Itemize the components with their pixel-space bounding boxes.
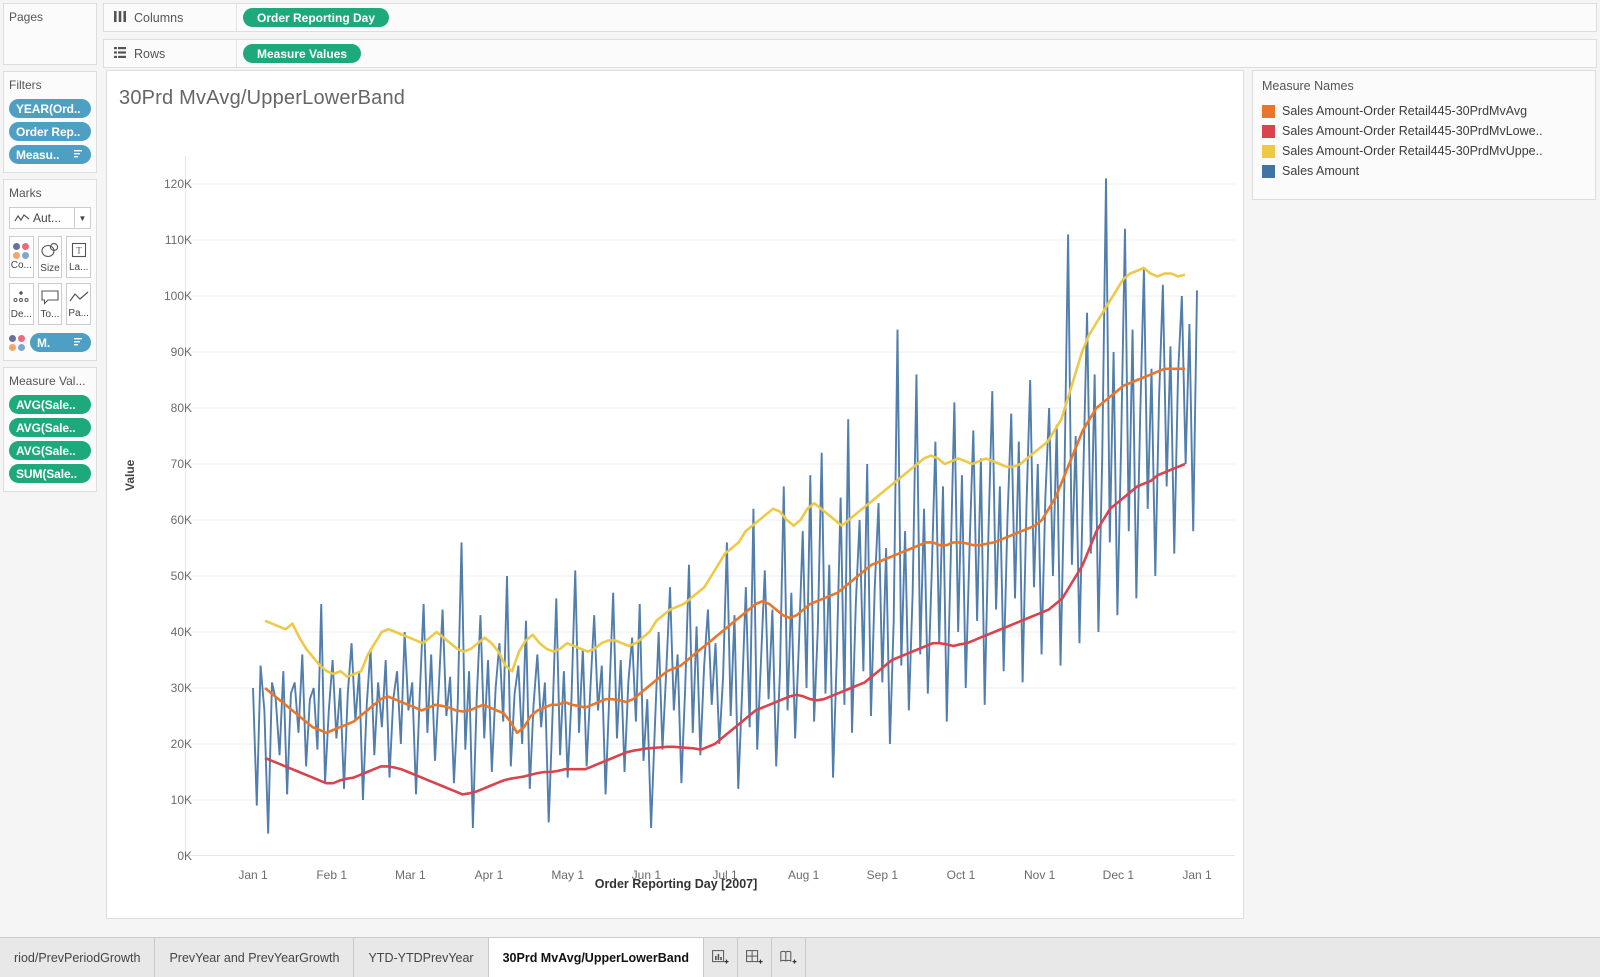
legend-swatch-mvupper <box>1262 144 1275 158</box>
x-axis-title: Order Reporting Day [2007] <box>594 877 758 891</box>
label-icon: T <box>71 242 87 261</box>
tooltip-icon <box>40 289 60 308</box>
marks-tooltip-button[interactable]: To... <box>37 283 63 325</box>
y-tick-label: 30K <box>170 681 192 695</box>
measure-values-title: Measure Val... <box>9 374 86 388</box>
color-dots-icon <box>9 334 25 351</box>
columns-shelf[interactable]: Columns Order Reporting Day <box>103 3 1597 32</box>
new-worksheet-icon[interactable] <box>703 938 738 977</box>
y-tick-label: 0K <box>177 849 192 863</box>
legend-item-mvlower[interactable]: Sales Amount-Order Retail445-30PrdMvLowe… <box>1262 121 1586 141</box>
measure-value-pill-1[interactable]: AVG(Sale.. <box>9 395 91 414</box>
marks-shelf-row-2: De... To... Pa... <box>9 283 92 325</box>
rows-icon <box>113 46 127 62</box>
y-tick-label: 70K <box>170 457 192 471</box>
measure-values-card[interactable]: Measure Val... AVG(Sale.. AVG(Sale.. AVG… <box>3 367 97 492</box>
marks-title: Marks <box>9 186 42 200</box>
rows-pill-measure-values[interactable]: Measure Values <box>243 44 362 63</box>
x-tick-label: Sep 1 <box>866 868 899 882</box>
x-tick-label: Jul 1 <box>712 868 738 882</box>
measure-value-pill-3[interactable]: AVG(Sale.. <box>9 441 91 460</box>
legend-swatch-mvavg <box>1262 104 1275 118</box>
x-tick-label: Feb 1 <box>316 868 347 882</box>
worksheet-tab-bar: riod/PrevPeriodGrowth PrevYear and PrevY… <box>0 937 1600 977</box>
columns-label: Columns <box>134 10 184 25</box>
sort-icon <box>73 336 84 350</box>
x-tick-label: Dec 1 <box>1102 868 1135 882</box>
chevron-down-icon[interactable]: ▼ <box>74 208 90 228</box>
legend-swatch-mvlower <box>1262 124 1275 138</box>
tab-30prd-mvavg[interactable]: 30Prd MvAvg/UpperLowerBand <box>488 938 704 977</box>
path-icon <box>69 290 89 307</box>
measure-value-pill-4[interactable]: SUM(Sale.. <box>9 464 91 483</box>
detail-icon <box>11 289 31 308</box>
marks-color-encoding-row: M. <box>9 333 91 352</box>
sort-icon <box>73 148 84 162</box>
pages-title: Pages <box>9 10 44 24</box>
marks-measure-names-pill[interactable]: M. <box>30 333 91 352</box>
marks-detail-button[interactable]: De... <box>9 283 34 325</box>
y-tick-label: 90K <box>170 345 192 359</box>
x-tick-label: Mar 1 <box>394 868 426 882</box>
legend-title: Measure Names <box>1262 79 1354 93</box>
columns-icon <box>113 10 127 26</box>
legend-swatch-sales-amount <box>1262 164 1275 178</box>
y-tick-label: 20K <box>170 737 192 751</box>
x-tick-label: Aug 1 <box>787 868 820 882</box>
y-tick-label: 110K <box>164 233 192 247</box>
y-tick-label: 50K <box>170 569 192 583</box>
pages-card[interactable]: Pages <box>3 3 97 65</box>
y-tick-label: 10K <box>170 793 192 807</box>
x-tick-label: Nov 1 <box>1023 868 1056 882</box>
x-tick-label: Oct 1 <box>946 868 976 882</box>
x-tick-label: Jan 1 <box>1182 868 1212 882</box>
new-dashboard-icon[interactable] <box>737 938 772 977</box>
tableau-worksheet: Pages Filters YEAR(Ord.. Order Rep.. Mea… <box>0 0 1600 977</box>
x-tick-label: May 1 <box>551 868 584 882</box>
left-sidebar: Pages Filters YEAR(Ord.. Order Rep.. Mea… <box>0 0 100 920</box>
legend-item-mvupper[interactable]: Sales Amount-Order Retail445-30PrdMvUppe… <box>1262 141 1586 161</box>
marks-size-button[interactable]: Size <box>37 236 63 278</box>
mark-type-label: Aut... <box>33 211 62 225</box>
columns-pill-order-reporting-day[interactable]: Order Reporting Day <box>243 8 390 27</box>
size-icon <box>40 241 60 262</box>
legend-item-mvavg[interactable]: Sales Amount-Order Retail445-30PrdMvAvg <box>1262 101 1586 121</box>
line-chart-icon <box>14 213 30 224</box>
y-tick-label: 80K <box>170 401 192 415</box>
mark-type-selector[interactable]: Aut... ▼ <box>9 207 91 229</box>
filter-pill-order-reporting[interactable]: Order Rep.. <box>9 122 91 141</box>
tab-prevperiod-growth[interactable]: riod/PrevPeriodGrowth <box>0 938 156 977</box>
x-tick-label: Jan 1 <box>238 868 268 882</box>
measure-names-legend[interactable]: Measure Names Sales Amount-Order Retail4… <box>1252 70 1596 200</box>
y-tick-label: 40K <box>170 625 192 639</box>
marks-card[interactable]: Marks Aut... ▼ Co... Size T La... De... … <box>3 179 97 361</box>
x-tick-label: Apr 1 <box>474 868 504 882</box>
svg-text:T: T <box>76 245 82 255</box>
marks-shelf-row-1: Co... Size T La... <box>9 236 92 278</box>
marks-path-button[interactable]: Pa... <box>66 283 92 325</box>
filters-title: Filters <box>9 78 42 92</box>
color-dots-icon <box>13 243 30 259</box>
worksheet-view: 30Prd MvAvg/UpperLowerBand Value Order R… <box>106 70 1244 919</box>
new-story-icon[interactable] <box>771 938 806 977</box>
marks-color-button[interactable]: Co... <box>9 236 34 278</box>
marks-label-button[interactable]: T La... <box>66 236 92 278</box>
plot-area[interactable]: 0K 10K 20K 30K 40K 50K 60K 70K 80K 90K 100K 110K 120… <box>164 156 1235 882</box>
y-tick-label: 120K <box>163 177 192 191</box>
measure-value-pill-2[interactable]: AVG(Sale.. <box>9 418 91 437</box>
tab-ytd-ytdprevyear[interactable]: YTD-YTDPrevYear <box>354 938 489 977</box>
filter-pill-year[interactable]: YEAR(Ord.. <box>9 99 91 118</box>
y-tick-label: 100K <box>163 289 192 303</box>
y-tick-label: 60K <box>170 513 192 527</box>
rows-shelf[interactable]: Rows Measure Values <box>103 39 1597 68</box>
chart-svg <box>180 156 1235 861</box>
filters-card[interactable]: Filters YEAR(Ord.. Order Rep.. Measu.. <box>3 71 97 173</box>
legend-item-sales-amount[interactable]: Sales Amount <box>1262 161 1586 181</box>
filter-pill-measure-names[interactable]: Measu.. <box>9 145 91 164</box>
rows-label: Rows <box>134 46 166 61</box>
view-title: 30Prd MvAvg/UpperLowerBand <box>119 87 406 109</box>
x-tick-label: Jun 1 <box>631 868 662 882</box>
tab-prevyear-growth[interactable]: PrevYear and PrevYearGrowth <box>155 938 355 977</box>
